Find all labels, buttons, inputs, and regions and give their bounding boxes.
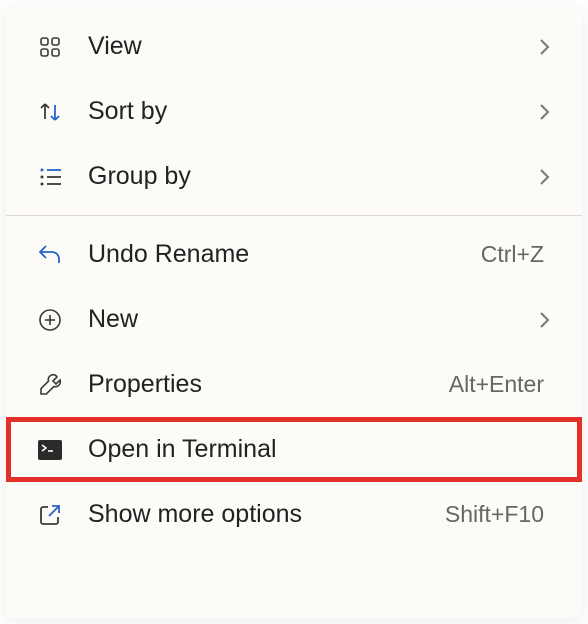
menu-item-show-more-options[interactable]: Show more options Shift+F10 — [6, 482, 582, 547]
menu-item-new[interactable]: New — [6, 287, 582, 352]
menu-item-label: View — [88, 32, 536, 61]
chevron-right-icon — [536, 167, 552, 187]
plus-circle-icon — [36, 306, 64, 334]
menu-item-view[interactable]: View — [6, 14, 582, 79]
menu-item-label: Group by — [88, 162, 536, 191]
chevron-right-icon — [536, 102, 552, 122]
menu-item-label: New — [88, 305, 536, 334]
grid-icon — [36, 33, 64, 61]
menu-item-label: Properties — [88, 370, 449, 399]
menu-item-shortcut: Ctrl+Z — [481, 241, 544, 268]
menu-separator — [6, 215, 582, 216]
menu-item-properties[interactable]: Properties Alt+Enter — [6, 352, 582, 417]
menu-item-label: Show more options — [88, 500, 445, 529]
menu-item-undo-rename[interactable]: Undo Rename Ctrl+Z — [6, 222, 582, 287]
chevron-right-icon — [536, 310, 552, 330]
menu-item-label: Open in Terminal — [88, 435, 552, 464]
undo-icon — [36, 241, 64, 269]
menu-item-sort-by[interactable]: Sort by — [6, 79, 582, 144]
terminal-icon — [36, 436, 64, 464]
context-menu: View Sort by Group by — [6, 6, 582, 618]
wrench-icon — [36, 371, 64, 399]
menu-item-shortcut: Shift+F10 — [445, 501, 544, 528]
menu-item-group-by[interactable]: Group by — [6, 144, 582, 209]
sort-icon — [36, 98, 64, 126]
menu-item-open-in-terminal[interactable]: Open in Terminal — [6, 417, 582, 482]
external-square-icon — [36, 501, 64, 529]
menu-item-label: Sort by — [88, 97, 536, 126]
menu-item-shortcut: Alt+Enter — [449, 371, 544, 398]
chevron-right-icon — [536, 37, 552, 57]
menu-item-label: Undo Rename — [88, 240, 481, 269]
group-icon — [36, 163, 64, 191]
